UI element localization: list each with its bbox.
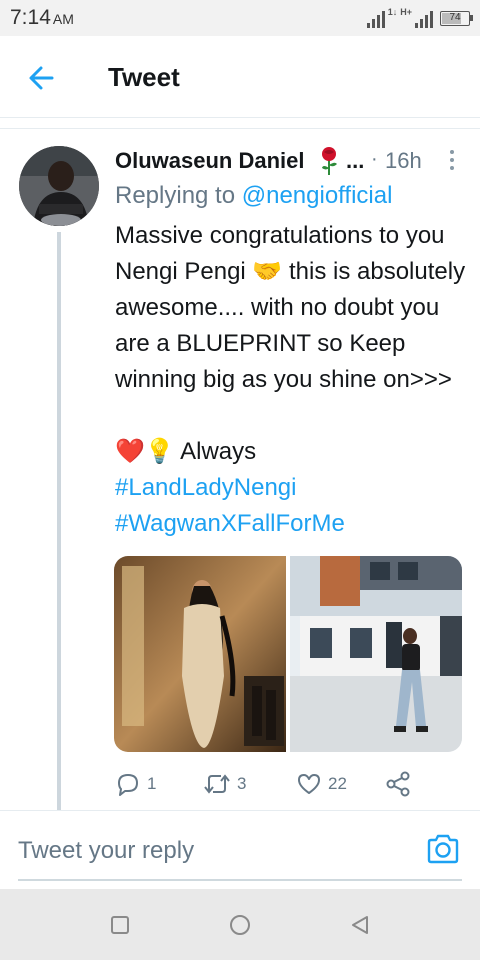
system-nav-bar <box>0 889 480 960</box>
heart-icon <box>298 774 320 794</box>
rose-icon <box>322 147 337 175</box>
avatar[interactable] <box>19 146 99 226</box>
battery-level: 74 <box>449 11 461 23</box>
app-header: Tweet <box>0 36 480 118</box>
tweet-photo-1[interactable] <box>114 556 286 752</box>
hashtag-link-2[interactable]: #WagwanXFallForMe <box>115 506 470 542</box>
status-bar: 7:14 AM 1↓ H+ 74 <box>0 0 480 36</box>
tweet-body: Massive congratulations to you Nengi Pen… <box>115 218 470 542</box>
network-type-label: H+ <box>400 7 412 17</box>
circle-icon <box>230 915 250 935</box>
reply-input-underline <box>18 879 462 881</box>
replying-handle-link[interactable]: @nengiofficial <box>242 182 393 209</box>
triangle-back-icon <box>352 916 368 934</box>
replying-to: Replying to @nengiofficial <box>115 182 392 210</box>
reply-composer <box>0 811 480 889</box>
camera-button[interactable] <box>426 833 460 865</box>
share-button[interactable] <box>385 766 411 802</box>
signal-2-icon <box>415 10 433 28</box>
reply-input[interactable] <box>18 831 398 871</box>
status-time: 7:14 AM <box>10 6 74 30</box>
divider <box>0 128 480 129</box>
reply-count: 1 <box>147 774 157 793</box>
arrow-left-icon <box>29 66 54 90</box>
reply-button[interactable]: 1 <box>115 766 156 802</box>
status-ampm: AM <box>52 11 74 27</box>
replying-prefix: Replying to <box>115 182 242 209</box>
media-grid <box>114 556 462 752</box>
nav-recents-button[interactable] <box>108 913 132 937</box>
tweet-text: Massive congratulations to you Nengi Pen… <box>115 222 466 393</box>
nav-home-button[interactable] <box>228 913 252 937</box>
page-title: Tweet <box>108 62 180 92</box>
tweet-actions: 1 3 22 <box>115 766 435 802</box>
tweet-photo-2[interactable] <box>290 556 462 752</box>
nav-back-button[interactable] <box>348 913 372 937</box>
avatar-photo <box>19 146 99 226</box>
status-clock: 7:14 <box>10 6 51 29</box>
network-1-label: 1↓ <box>387 7 398 17</box>
retweet-icon <box>204 774 230 794</box>
battery-icon: 74 <box>440 10 473 26</box>
more-vertical-icon[interactable] <box>447 148 457 174</box>
signal-1-icon <box>366 10 385 28</box>
reply-icon <box>118 774 138 796</box>
like-count: 22 <box>328 774 347 793</box>
hashtag-link-1[interactable]: #LandLadyNengi <box>115 470 470 506</box>
like-button[interactable]: 22 <box>296 766 347 802</box>
camera-icon <box>427 834 459 864</box>
share-icon <box>386 771 410 797</box>
thread-line <box>57 232 61 810</box>
dot-separator: · <box>371 148 378 170</box>
square-icon <box>111 916 129 934</box>
name-ellipsis: ... <box>346 148 365 173</box>
status-icons: 1↓ H+ 74 <box>366 7 473 28</box>
back-button[interactable] <box>24 60 60 96</box>
emoji-line: ❤️💡 Always <box>115 438 257 465</box>
retweet-button[interactable]: 3 <box>203 766 246 802</box>
tweet-header: Oluwaseun Daniel ... · 16h <box>115 146 465 178</box>
retweet-count: 3 <box>237 774 247 793</box>
author-name[interactable]: Oluwaseun Daniel <box>115 148 305 174</box>
tweet-time: 16h <box>385 148 422 173</box>
